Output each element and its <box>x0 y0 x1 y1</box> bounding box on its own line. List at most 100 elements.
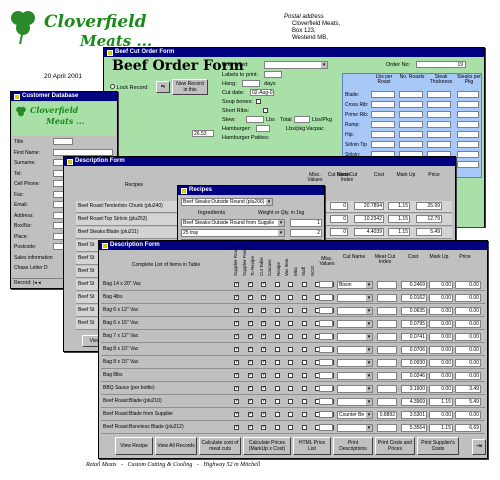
row-misc-field[interactable] <box>319 333 333 340</box>
row-cutname-select[interactable] <box>337 424 373 432</box>
short-ribs-checkbox[interactable] <box>262 108 268 113</box>
row-flag-checkbox[interactable] <box>234 359 239 365</box>
row-flag-checkbox[interactable] <box>261 385 266 391</box>
table-row[interactable]: Bag 8 x 15" Vac0.09300.000.00 <box>101 357 485 369</box>
row-markup[interactable]: 0.00 <box>429 281 453 289</box>
row-markup[interactable]: 0.00 <box>429 307 453 315</box>
row-flag-checkbox[interactable] <box>301 360 307 365</box>
row-index[interactable] <box>377 359 397 367</box>
cut-cell[interactable] <box>457 121 479 128</box>
cut-cell[interactable] <box>371 131 395 138</box>
recipe-ingredient-select[interactable]: 25 tray <box>181 229 285 237</box>
row-cutname-select[interactable]: Bison <box>337 281 373 289</box>
row-flag-checkbox[interactable] <box>274 295 280 300</box>
row-price[interactable]: 12.79 <box>416 215 442 223</box>
row-flag-checkbox[interactable] <box>261 359 266 365</box>
row-flag-checkbox[interactable] <box>301 334 307 339</box>
row-flag-checkbox[interactable] <box>261 307 266 313</box>
row-misc-field[interactable] <box>319 424 333 431</box>
row-flag-checkbox[interactable] <box>234 294 239 300</box>
cut-cell[interactable] <box>371 121 395 128</box>
row-flag-checkbox[interactable] <box>234 281 239 287</box>
cut-cell[interactable] <box>399 141 423 148</box>
row-misc-field[interactable] <box>319 398 333 405</box>
cut-cell[interactable] <box>399 131 423 138</box>
recipe-ingredient-select[interactable]: Beef Steaks:Outside Round from Supplie <box>181 219 285 227</box>
row-flag-checkbox[interactable] <box>288 412 293 417</box>
row-flag-checkbox[interactable] <box>301 282 307 287</box>
row-flag-checkbox[interactable] <box>274 425 280 430</box>
row-flag-checkbox[interactable] <box>261 333 266 339</box>
calculate-prices-button[interactable]: Calculate Prices (MarkUp x Cost) <box>243 437 291 455</box>
row-flag-checkbox[interactable] <box>301 308 307 313</box>
row-cost[interactable]: 0.0162 <box>401 294 427 302</box>
row-flag-checkbox[interactable] <box>234 411 239 417</box>
cut-cell[interactable] <box>457 91 479 98</box>
table-row[interactable]: Bag 4lbs0.01620.000.00 <box>101 292 485 304</box>
row-cost[interactable]: 0.0795 <box>401 320 427 328</box>
row-index[interactable]: 0 <box>330 215 348 223</box>
row-cost[interactable]: 20.7894 <box>354 202 384 210</box>
row-flag-checkbox[interactable] <box>261 372 266 378</box>
record-first-button[interactable]: |◂ ◂ <box>33 280 41 286</box>
row-misc-field[interactable] <box>319 346 333 353</box>
row-markup[interactable]: 0.00 <box>429 294 453 302</box>
row-cost[interactable]: 4.4039 <box>354 228 384 236</box>
row-flag-checkbox[interactable] <box>301 399 307 404</box>
row-flag-checkbox[interactable] <box>288 347 293 352</box>
row-cost[interactable]: 0.0741 <box>401 333 427 341</box>
table-row[interactable]: Beef Roast:Blade (plu210) 4.39691.155.49 <box>101 396 485 408</box>
row-markup[interactable]: 1.15 <box>429 398 453 406</box>
row-cutname-select[interactable] <box>337 372 373 380</box>
recipe-qty-field[interactable]: 1 <box>290 219 322 227</box>
recipe-qty-field[interactable]: 2 <box>290 229 322 237</box>
row-cost[interactable]: 0.0635 <box>401 307 427 315</box>
cut-cell[interactable] <box>457 141 479 148</box>
row-flag-checkbox[interactable] <box>247 411 253 417</box>
row-flag-checkbox[interactable] <box>261 411 266 417</box>
soup-bones-checkbox[interactable] <box>256 99 261 104</box>
recipes-titlebar[interactable]: Recipes <box>178 186 324 195</box>
customer-db-titlebar[interactable]: Customer Database <box>11 92 117 101</box>
row-markup[interactable]: 1.15 <box>388 228 410 236</box>
row-flag-checkbox[interactable] <box>301 321 307 326</box>
print-descriptions-button[interactable]: Print Descriptions <box>333 437 373 455</box>
row-flag-checkbox[interactable] <box>234 333 239 339</box>
record-nav-icon-button[interactable]: ⇆ <box>156 81 170 93</box>
row-flag-checkbox[interactable] <box>261 424 266 430</box>
table-row[interactable]: Bag 6 x 15" Vac0.07950.000.00 <box>101 318 485 330</box>
row-flag-checkbox[interactable] <box>288 334 293 339</box>
row-cutname-select[interactable]: Counter Be <box>337 411 373 419</box>
table-row[interactable]: Beef Roast:Blade from Supplier Counter Be… <box>101 409 485 421</box>
row-cost[interactable]: 0.0930 <box>401 359 427 367</box>
row-index[interactable] <box>377 398 397 406</box>
row-flag-checkbox[interactable] <box>274 412 280 417</box>
cut-cell[interactable] <box>371 101 395 108</box>
side-weight-field[interactable]: 26.53 <box>192 130 214 137</box>
row-flag-checkbox[interactable] <box>274 386 280 391</box>
row-markup[interactable]: 1.15 <box>429 424 453 432</box>
row-flag-checkbox[interactable] <box>301 425 307 430</box>
row-markup[interactable]: 0.00 <box>429 333 453 341</box>
row-price[interactable]: 0.00 <box>455 320 481 328</box>
labels-print-field[interactable] <box>264 71 282 78</box>
row-index[interactable] <box>377 281 397 289</box>
row-flag-checkbox[interactable] <box>247 372 253 378</box>
row-flag-checkbox[interactable] <box>234 372 239 378</box>
row-flag-checkbox[interactable] <box>261 281 266 287</box>
row-markup[interactable]: 0.00 <box>429 346 453 354</box>
cut-cell[interactable] <box>427 101 451 108</box>
order-no-field[interactable]: 19 <box>416 61 466 68</box>
row-cost[interactable]: 0.2469 <box>401 281 427 289</box>
total-field[interactable] <box>294 116 310 123</box>
view-all-records-button[interactable]: View All Records <box>155 437 197 455</box>
row-index[interactable] <box>377 346 397 354</box>
row-price[interactable]: 0.00 <box>455 359 481 367</box>
row-flag-checkbox[interactable] <box>274 399 280 404</box>
row-cutname-select[interactable] <box>337 346 373 354</box>
row-flag-checkbox[interactable] <box>274 321 280 326</box>
cut-cell[interactable] <box>427 91 451 98</box>
table-row[interactable]: Bag 6 x 12" Vac0.06350.000.00 <box>101 305 485 317</box>
row-index[interactable]: 0 <box>330 228 348 236</box>
row-flag-checkbox[interactable] <box>234 398 239 404</box>
